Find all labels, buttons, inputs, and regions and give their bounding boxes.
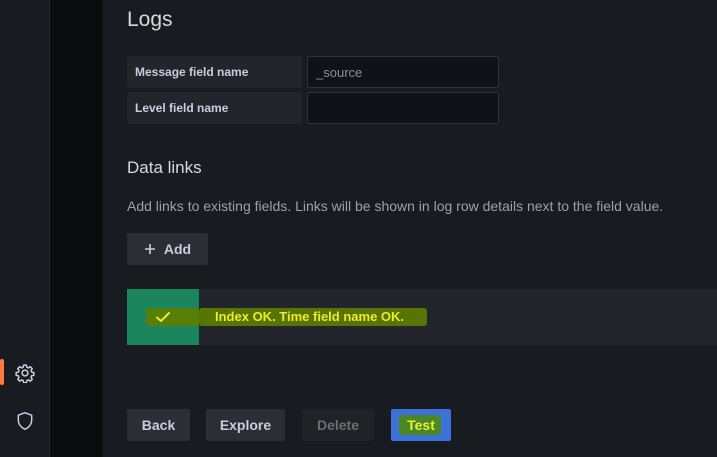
shield-icon	[17, 411, 32, 431]
alert-message: Index OK. Time field name OK.	[215, 309, 405, 324]
message-field-label: Message field name	[127, 56, 302, 88]
test-button-label: Test	[407, 417, 435, 433]
success-alert: Index OK. Time field name OK.	[127, 289, 717, 345]
sidebar	[0, 0, 50, 457]
delete-button[interactable]: Delete	[302, 409, 374, 441]
data-links-description: Add links to existing fields. Links will…	[127, 198, 664, 214]
test-button[interactable]: Test	[391, 409, 451, 441]
check-icon	[156, 312, 170, 322]
message-field-input[interactable]	[307, 56, 499, 88]
sidebar-item-server-admin[interactable]	[0, 403, 49, 439]
data-links-section-title: Data links	[127, 158, 202, 177]
logs-section-title: Logs	[127, 8, 173, 31]
alert-icon-box	[127, 289, 199, 345]
plus-icon	[144, 244, 155, 254]
add-data-link-button[interactable]: Add	[127, 233, 208, 265]
content-gutter	[50, 0, 102, 457]
add-button-label: Add	[163, 241, 192, 257]
sidebar-item-configuration[interactable]	[0, 355, 49, 391]
datasource-settings-panel: Logs Message field name Level field name…	[103, 0, 717, 457]
level-field-label: Level field name	[127, 92, 302, 124]
back-button[interactable]: Back	[127, 409, 190, 441]
explore-button[interactable]: Explore	[206, 409, 285, 441]
gear-icon	[14, 364, 35, 383]
level-field-input[interactable]	[307, 92, 499, 124]
